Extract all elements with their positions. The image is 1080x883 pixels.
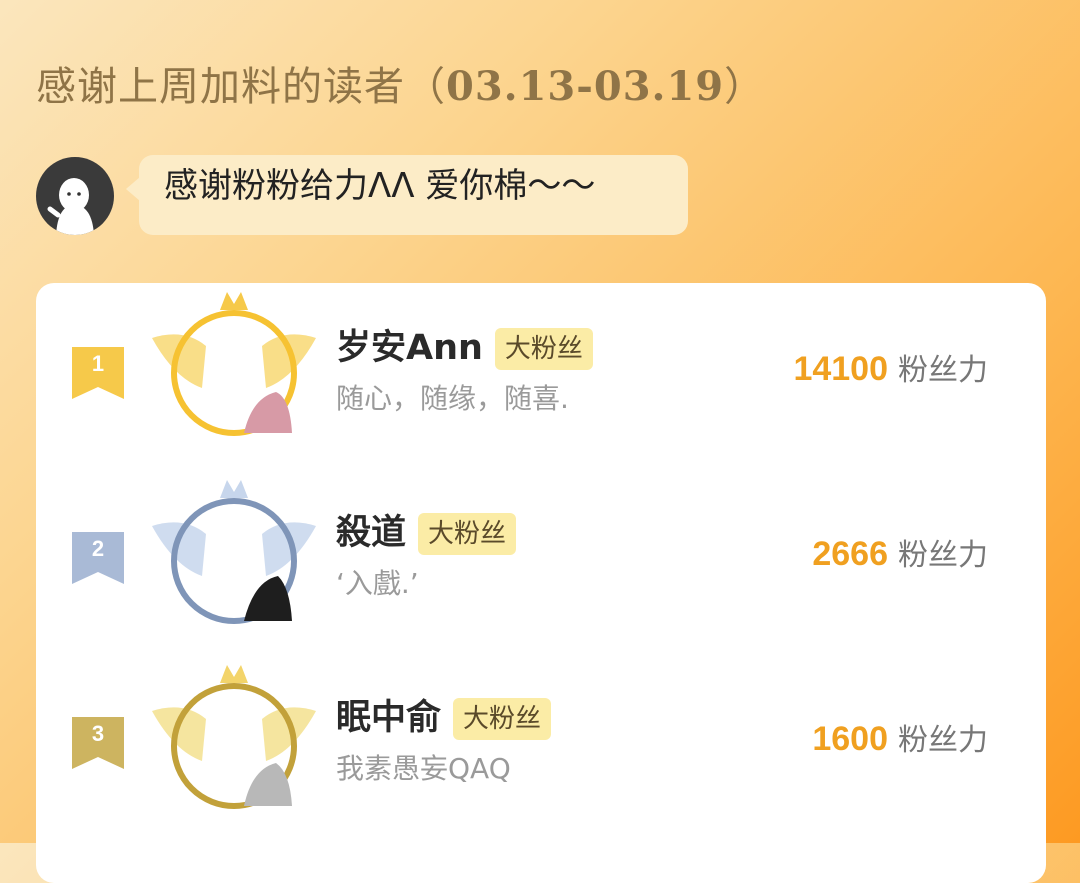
message-bubble: 感谢粉粉给力ᐱᐱ 爱你棉～～ [126, 155, 688, 235]
user-motto-3: 我素愚妄QAQ [336, 752, 511, 785]
avatar-frame-1[interactable] [144, 288, 324, 438]
message-text: 感谢粉粉给力ᐱᐱ 爱你棉～～ [164, 166, 596, 206]
fan-tag-2: 大粉丝 [418, 513, 517, 555]
user-motto-1: 随心，随缘，随喜. [336, 382, 569, 415]
score-1: 14100 粉丝力 [793, 350, 988, 388]
fan-tag-1: 大粉丝 [494, 328, 593, 370]
rank-badge-3: 3 [72, 717, 124, 769]
user-name-3[interactable]: 眠中俞 大粉丝 [336, 689, 552, 740]
page-title: 感谢上周加料的读者（03.13-03.19） [36, 54, 765, 112]
rank-badge-2: 2 [72, 532, 124, 584]
rank-badge-1: 1 [72, 347, 124, 399]
score-2: 2666 粉丝力 [812, 535, 988, 573]
leaderboard-row-1[interactable]: 1 岁安Ann 大粉丝 随心，随缘，随喜. 14100 粉丝力 [36, 283, 1046, 453]
user-name-2[interactable]: 殺道 大粉丝 [336, 504, 517, 555]
leaderboard-card: 1 岁安Ann 大粉丝 随心，随缘，随喜. 14100 粉丝力 2 殺道 大粉丝… [36, 283, 1046, 883]
leaderboard-row-3[interactable]: 3 眠中俞 大粉丝 我素愚妄QAQ 1600 粉丝力 [36, 653, 1046, 823]
title-suffix: ） [724, 64, 766, 110]
avatar-frame-3[interactable] [144, 661, 324, 811]
title-prefix: 感谢上周加料的读者（ [36, 64, 446, 110]
date-range: 03.13-03.19 [446, 63, 725, 110]
score-3: 1600 粉丝力 [812, 720, 988, 758]
ghost-avatar-icon[interactable] [36, 157, 114, 235]
fan-tag-3: 大粉丝 [453, 698, 552, 740]
user-motto-2: ‘入戲.’ [336, 567, 419, 600]
avatar-frame-2[interactable] [144, 476, 324, 626]
user-name-1[interactable]: 岁安Ann 大粉丝 [336, 319, 593, 370]
leaderboard-row-2[interactable]: 2 殺道 大粉丝 ‘入戲.’ 2666 粉丝力 [36, 468, 1046, 638]
